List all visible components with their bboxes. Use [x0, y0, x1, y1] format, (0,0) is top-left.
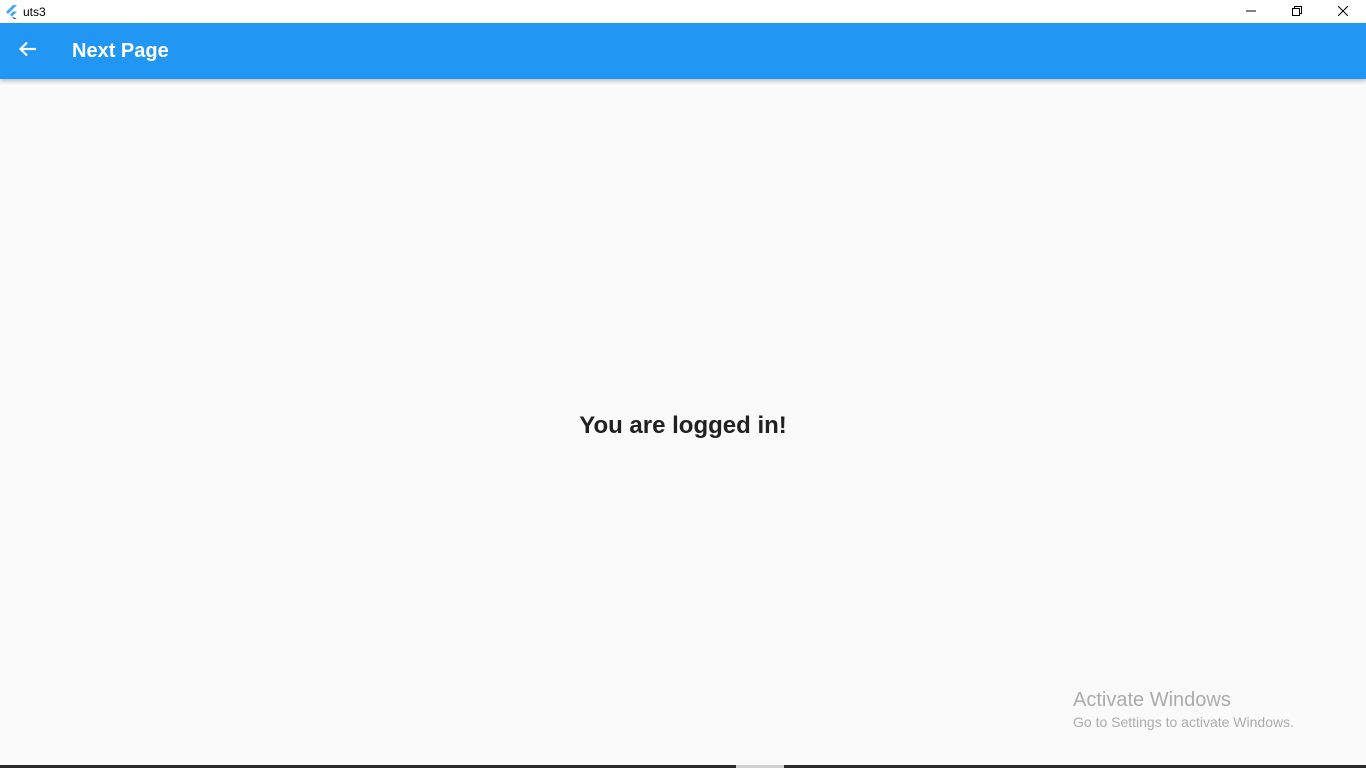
minimize-button[interactable] — [1228, 0, 1274, 23]
app-bar: Next Page — [0, 23, 1366, 79]
watermark-subtitle: Go to Settings to activate Windows. — [1073, 714, 1294, 730]
restore-button[interactable] — [1274, 0, 1320, 23]
window-title: uts3 — [23, 4, 46, 19]
close-button[interactable] — [1320, 0, 1366, 23]
close-icon — [1337, 3, 1349, 21]
logged-in-message: You are logged in! — [579, 412, 787, 439]
window-titlebar: uts3 — [0, 0, 1366, 23]
watermark-title: Activate Windows — [1073, 689, 1231, 711]
back-button[interactable] — [0, 23, 56, 79]
page-title: Next Page — [72, 39, 169, 62]
flutter-logo-icon — [4, 4, 20, 20]
activate-windows-watermark: Activate Windows Go to Settings to activ… — [1073, 688, 1294, 732]
main-content: You are logged in! — [0, 79, 1366, 765]
restore-icon — [1292, 3, 1302, 21]
arrow-back-icon — [18, 41, 37, 62]
window-controls — [1228, 0, 1366, 23]
app-window: uts3 Next Page You are logged in! Activa… — [0, 0, 1366, 768]
minimize-icon — [1246, 3, 1256, 21]
